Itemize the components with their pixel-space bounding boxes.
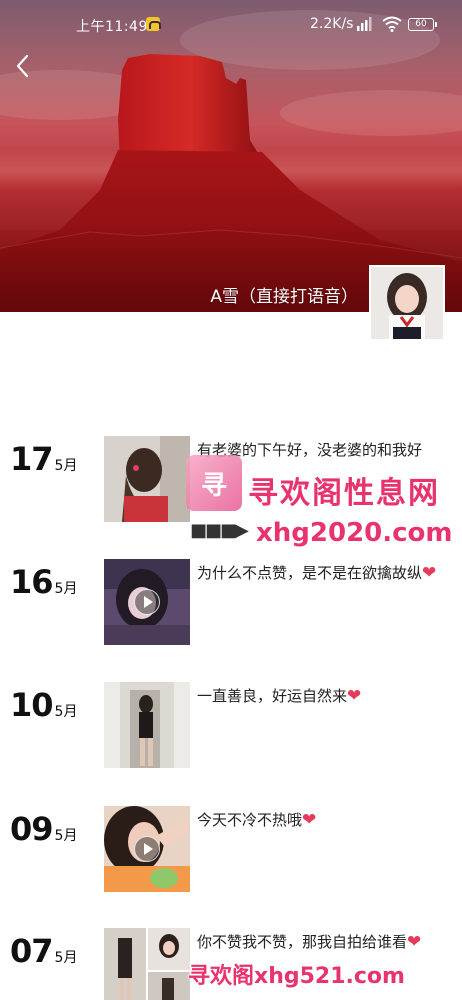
post-text[interactable]: 一直善良，好运自然来❤ [197,684,455,708]
play-icon[interactable] [134,589,160,615]
watermark-bottom: 寻欢阁xhg521.com [188,964,405,989]
wifi-icon [382,16,402,32]
heart-icon: ❤ [347,686,362,706]
watermark-arrow: ■■■▶ [190,520,249,541]
status-bar: 上午11:49 2.2K/s 60 [0,0,462,48]
post-thumbnail[interactable] [104,559,190,645]
watermark-logo: 寻 [186,455,242,511]
post-month: 5月 [54,581,78,597]
app-notification-icon [146,17,161,31]
feed-post: 16 5月 为什么不点赞，是不是在欲擒故纵❤ [0,559,462,649]
moments-feed: 17 5月 有老婆的下午好，没老婆的和我好 16 5月 为什么不点赞，是不是在欲… [0,312,462,1000]
post-day: 10 [10,686,54,724]
watermark-logo-text: 寻 [200,471,227,501]
avatar[interactable] [369,265,445,341]
watermark-url: xhg2020.com [256,518,453,548]
profile-name: A雪（直接打语音） [210,287,358,307]
post-day: 07 [10,932,54,970]
post-day: 17 [10,440,54,478]
post-thumbnail[interactable] [104,682,190,768]
post-text[interactable]: 今天不冷不热哦❤ [197,808,455,832]
post-thumbnail[interactable] [104,928,190,1000]
heart-icon: ❤ [407,932,422,952]
back-arrow-icon[interactable] [12,52,36,80]
post-month: 5月 [54,828,78,844]
avatar-photo [371,267,443,339]
watermark-title: 寻欢阁性息网 [248,476,440,511]
heart-icon: ❤ [302,810,317,830]
post-text[interactable]: 为什么不点赞，是不是在欲擒故纵❤ [197,561,455,585]
post-text-content: 一直善良，好运自然来 [197,687,348,705]
post-photo [104,436,190,522]
post-text-content: 今天不冷不热哦 [197,811,303,829]
post-thumbnail[interactable] [104,436,190,522]
signal-icon [357,17,372,31]
post-day: 16 [10,563,54,601]
post-date: 09 5月 [10,810,77,848]
network-speed: 2.2K/s [310,16,354,32]
heart-icon: ❤ [422,563,437,583]
post-date: 10 5月 [10,686,77,724]
feed-post: 09 5月 今天不冷不热哦❤ [0,806,462,896]
status-time: 上午11:49 [76,19,148,35]
post-date: 16 5月 [10,563,77,601]
post-month: 5月 [54,704,78,720]
post-day: 09 [10,810,54,848]
post-photo-grid [104,928,190,1000]
post-text[interactable]: 你不赞我不赞，那我自拍给谁看❤ [197,930,455,954]
post-text-content: 你不赞我不赞，那我自拍给谁看 [197,933,408,951]
post-date: 07 5月 [10,932,77,970]
post-photo [104,682,190,768]
post-text-content: 为什么不点赞，是不是在欲擒故纵 [197,564,423,582]
feed-post: 10 5月 一直善良，好运自然来❤ [0,682,462,772]
post-thumbnail[interactable] [104,806,190,892]
post-date: 17 5月 [10,440,77,478]
play-icon[interactable] [134,836,160,862]
battery-icon: 60 [408,18,437,31]
post-month: 5月 [54,950,78,966]
post-month: 5月 [54,458,78,474]
